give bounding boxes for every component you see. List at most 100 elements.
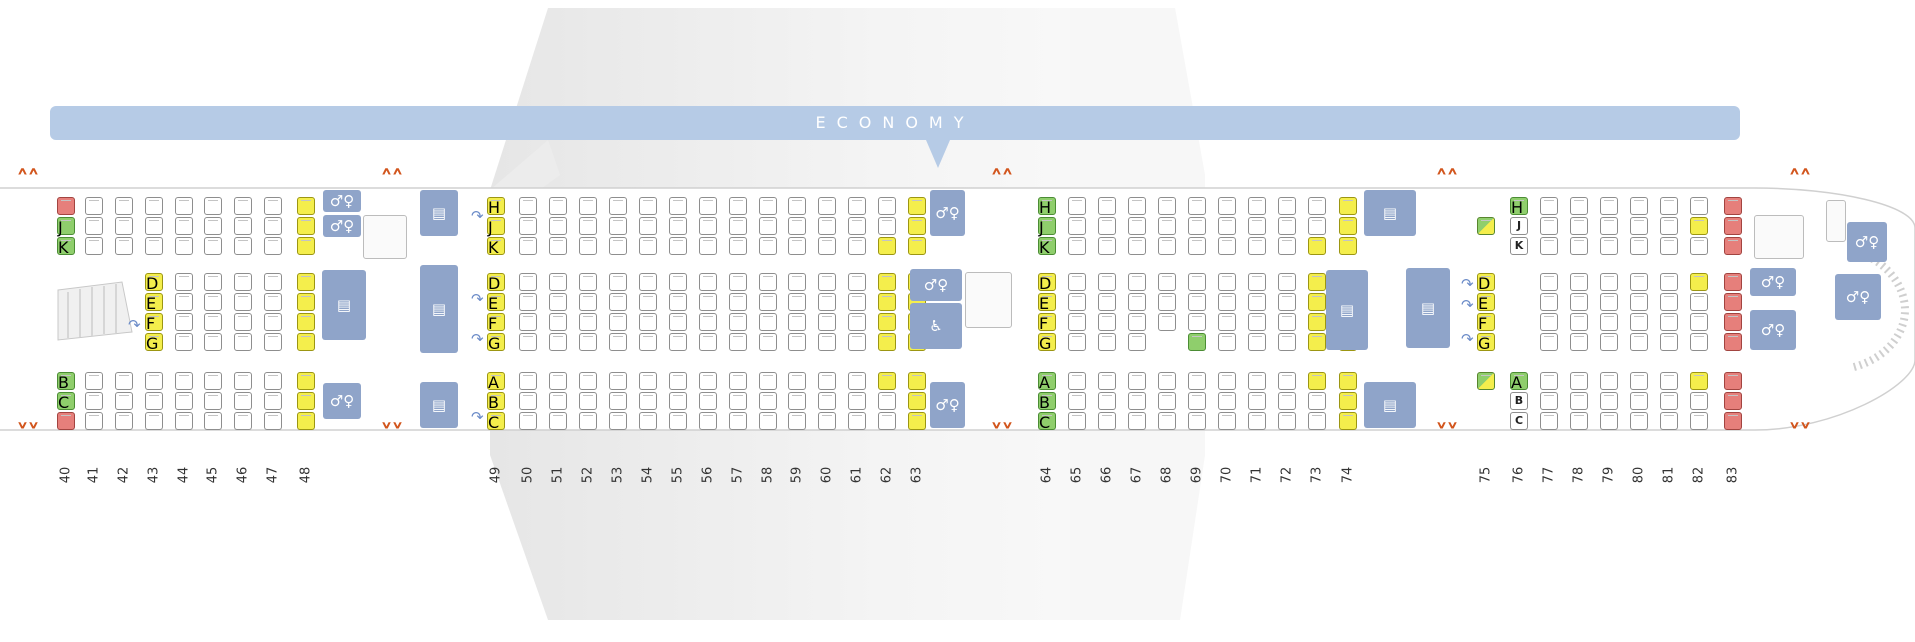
seat-70-c1[interactable]: [1218, 273, 1236, 291]
seat-67-c1[interactable]: [1128, 273, 1146, 291]
seat-78-c4[interactable]: [1570, 333, 1588, 351]
seat-78-u2[interactable]: [1570, 217, 1588, 235]
seat-45-c4[interactable]: [204, 333, 222, 351]
seat-42-u1[interactable]: [115, 197, 133, 215]
seat-52-u1[interactable]: [579, 197, 597, 215]
seat-79-l3[interactable]: [1600, 412, 1618, 430]
seat-77-c2[interactable]: [1540, 293, 1558, 311]
seat-67-c4[interactable]: [1128, 333, 1146, 351]
seat-66-c2[interactable]: [1098, 293, 1116, 311]
seat-letter-75-2[interactable]: F: [1477, 313, 1495, 333]
seat-78-c2[interactable]: [1570, 293, 1588, 311]
seat-71-l2[interactable]: [1248, 392, 1266, 410]
seat-52-c3[interactable]: [579, 313, 597, 331]
seat-59-c4[interactable]: [788, 333, 806, 351]
seat-45-u1[interactable]: [204, 197, 222, 215]
seat-59-u2[interactable]: [788, 217, 806, 235]
seat-50-l2[interactable]: [519, 392, 537, 410]
seat-45-u3[interactable]: [204, 237, 222, 255]
seat-51-u1[interactable]: [549, 197, 567, 215]
seat-83-u2[interactable]: [1724, 217, 1742, 235]
seat-73-c4[interactable]: [1308, 333, 1326, 351]
seat-55-u1[interactable]: [669, 197, 687, 215]
seat-44-l1[interactable]: [175, 372, 193, 390]
seat-letter-49-2[interactable]: K: [487, 237, 505, 257]
seat-65-l2[interactable]: [1068, 392, 1086, 410]
seat-56-c4[interactable]: [699, 333, 717, 351]
seat-63-l1[interactable]: [908, 372, 926, 390]
seat-58-u1[interactable]: [759, 197, 777, 215]
seat-82-c3[interactable]: [1690, 313, 1708, 331]
seat-51-l2[interactable]: [549, 392, 567, 410]
seat-75-u1[interactable]: [1477, 217, 1495, 235]
seat-57-l1[interactable]: [729, 372, 747, 390]
seat-44-c4[interactable]: [175, 333, 193, 351]
seat-82-l2[interactable]: [1690, 392, 1708, 410]
seat-55-l3[interactable]: [669, 412, 687, 430]
seat-73-u2[interactable]: [1308, 217, 1326, 235]
seat-72-c2[interactable]: [1278, 293, 1296, 311]
seat-45-c1[interactable]: [204, 273, 222, 291]
seat-42-l2[interactable]: [115, 392, 133, 410]
seat-57-u1[interactable]: [729, 197, 747, 215]
seat-63-l2[interactable]: [908, 392, 926, 410]
seat-56-c3[interactable]: [699, 313, 717, 331]
seat-62-c4[interactable]: [878, 333, 896, 351]
seat-56-c1[interactable]: [699, 273, 717, 291]
seat-68-c1[interactable]: [1158, 273, 1176, 291]
seat-68-c2[interactable]: [1158, 293, 1176, 311]
seat-80-l3[interactable]: [1630, 412, 1648, 430]
seat-81-c1[interactable]: [1660, 273, 1678, 291]
seat-60-c1[interactable]: [818, 273, 836, 291]
seat-44-u3[interactable]: [175, 237, 193, 255]
seat-51-c1[interactable]: [549, 273, 567, 291]
seat-41-l3[interactable]: [85, 412, 103, 430]
seat-82-l3[interactable]: [1690, 412, 1708, 430]
seat-66-u3[interactable]: [1098, 237, 1116, 255]
seat-61-c2[interactable]: [848, 293, 866, 311]
seat-79-c1[interactable]: [1600, 273, 1618, 291]
seat-56-l3[interactable]: [699, 412, 717, 430]
seat-45-l1[interactable]: [204, 372, 222, 390]
seat-48-u3[interactable]: [297, 237, 315, 255]
seat-52-l3[interactable]: [579, 412, 597, 430]
seat-55-c1[interactable]: [669, 273, 687, 291]
seat-77-l1[interactable]: [1540, 372, 1558, 390]
seat-letter-64-0[interactable]: A: [1038, 372, 1056, 392]
seat-80-c4[interactable]: [1630, 333, 1648, 351]
seat-47-l2[interactable]: [264, 392, 282, 410]
seat-letter-76-0[interactable]: A: [1510, 372, 1528, 392]
seat-55-u2[interactable]: [669, 217, 687, 235]
seat-78-l1[interactable]: [1570, 372, 1588, 390]
seat-59-c2[interactable]: [788, 293, 806, 311]
seat-53-c3[interactable]: [609, 313, 627, 331]
seat-72-l2[interactable]: [1278, 392, 1296, 410]
seat-letter-43-0[interactable]: D: [145, 273, 163, 293]
seat-56-l1[interactable]: [699, 372, 717, 390]
seat-48-u1[interactable]: [297, 197, 315, 215]
seat-74-u1[interactable]: [1339, 197, 1357, 215]
seat-58-c3[interactable]: [759, 313, 777, 331]
seat-56-u1[interactable]: [699, 197, 717, 215]
seat-69-l3[interactable]: [1188, 412, 1206, 430]
seat-48-u2[interactable]: [297, 217, 315, 235]
seat-71-c4[interactable]: [1248, 333, 1266, 351]
seat-61-c3[interactable]: [848, 313, 866, 331]
seat-45-l3[interactable]: [204, 412, 222, 430]
seat-67-c2[interactable]: [1128, 293, 1146, 311]
seat-80-l2[interactable]: [1630, 392, 1648, 410]
seat-62-l3[interactable]: [878, 412, 896, 430]
seat-80-u2[interactable]: [1630, 217, 1648, 235]
seat-47-l3[interactable]: [264, 412, 282, 430]
seat-80-l1[interactable]: [1630, 372, 1648, 390]
seat-42-l1[interactable]: [115, 372, 133, 390]
seat-71-c3[interactable]: [1248, 313, 1266, 331]
seat-66-u2[interactable]: [1098, 217, 1116, 235]
seat-77-c4[interactable]: [1540, 333, 1558, 351]
seat-letter-49-1[interactable]: J: [487, 217, 505, 237]
seat-72-l1[interactable]: [1278, 372, 1296, 390]
seat-56-u3[interactable]: [699, 237, 717, 255]
seat-67-u1[interactable]: [1128, 197, 1146, 215]
seat-47-l1[interactable]: [264, 372, 282, 390]
seat-65-c1[interactable]: [1068, 273, 1086, 291]
